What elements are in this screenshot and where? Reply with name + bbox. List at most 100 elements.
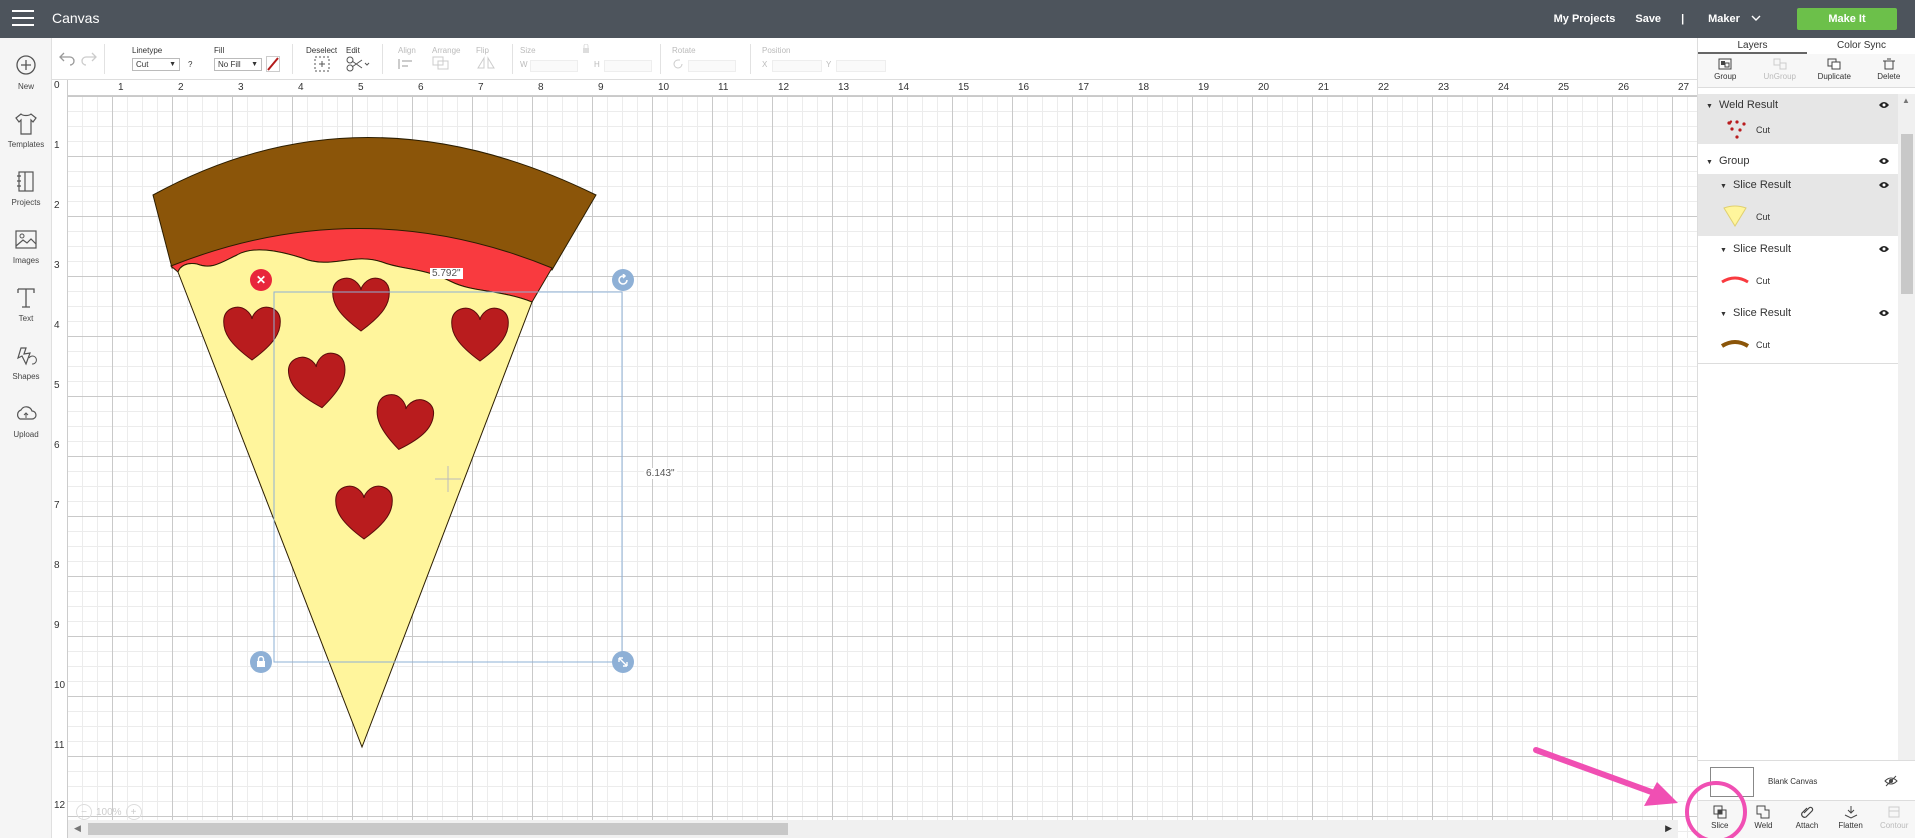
eye-icon[interactable] <box>1878 156 1890 166</box>
pizza-design <box>152 137 623 749</box>
slice-button[interactable]: Slice <box>1698 801 1742 838</box>
eye-icon[interactable] <box>1878 244 1890 254</box>
menu-icon[interactable] <box>12 10 34 28</box>
machine-select[interactable]: Maker <box>1708 13 1761 25</box>
undo-icon[interactable] <box>58 50 76 66</box>
layer-header: ▼ Weld Result <box>1706 94 1778 116</box>
toolbar-divider <box>104 44 105 74</box>
edit-group[interactable]: Edit <box>346 38 376 80</box>
sidebar-item-upload[interactable]: Upload <box>0 402 52 452</box>
redo-icon[interactable] <box>80 50 98 66</box>
group-button[interactable]: Group <box>1698 54 1753 87</box>
design-canvas[interactable]: 0123456789101112131415161718192021222324… <box>52 80 1697 838</box>
scrollbar-thumb[interactable] <box>1901 134 1913 294</box>
position-y-input[interactable] <box>836 60 886 72</box>
expand-icon[interactable]: ▼ <box>1720 183 1727 190</box>
group-icon <box>1718 58 1732 70</box>
layer-title: Slice Result <box>1732 179 1792 191</box>
panel-tabs: Layers Color Sync <box>1698 38 1915 54</box>
sidebar-item-projects[interactable]: Projects <box>0 170 52 220</box>
attach-button[interactable]: Attach <box>1785 801 1829 838</box>
horizontal-scrollbar[interactable]: ◀ ▶ <box>68 820 1678 838</box>
top-bar-actions: My Projects Save | Maker Make It <box>1554 0 1915 38</box>
delete-button[interactable]: Delete <box>1862 54 1915 87</box>
width-input[interactable] <box>530 60 578 72</box>
align-group[interactable]: Align <box>398 38 428 80</box>
rotate-handle[interactable] <box>612 269 634 291</box>
ungroup-button[interactable]: UnGroup <box>1753 54 1808 87</box>
machine-label: Maker <box>1708 13 1740 25</box>
weld-button[interactable]: Weld <box>1742 801 1786 838</box>
layer-slice-result[interactable]: ▼ Slice Result Cut <box>1698 238 1898 300</box>
save-button[interactable]: Save <box>1635 13 1661 25</box>
scissors-icon <box>346 56 370 72</box>
ungroup-icon <box>1773 58 1787 70</box>
flatten-button[interactable]: Flatten <box>1829 801 1873 838</box>
linetype-value: Cut <box>136 60 149 69</box>
expand-icon[interactable]: ▼ <box>1720 247 1727 254</box>
weld-icon <box>1756 805 1770 819</box>
arrange-icon <box>432 56 449 70</box>
deselect-group[interactable]: Deselect <box>306 38 342 80</box>
attach-label: Attach <box>1795 821 1819 830</box>
layer-header: ▼ Slice Result <box>1720 174 1791 196</box>
rotate-input[interactable] <box>688 60 736 72</box>
layer-title: Slice Result <box>1732 307 1792 319</box>
flip-group[interactable]: Flip <box>476 38 506 80</box>
sidebar-item-label: Text <box>18 314 34 323</box>
layer-group[interactable]: ▼ Group <box>1698 150 1898 172</box>
linetype-select[interactable]: Cut ▼ <box>132 58 180 71</box>
color-swatch-icon[interactable] <box>266 56 280 72</box>
scroll-left-icon[interactable]: ◀ <box>74 823 81 834</box>
layer-header: ▼ Group <box>1706 150 1750 172</box>
zoom-in-button[interactable]: + <box>125 804 142 820</box>
delete-handle[interactable]: ✕ <box>250 269 272 291</box>
resize-handle[interactable] <box>612 651 634 673</box>
contour-button[interactable]: Contour <box>1872 801 1915 838</box>
expand-icon[interactable]: ▼ <box>1706 159 1713 166</box>
toolbar-divider <box>382 44 383 74</box>
tab-layers[interactable]: Layers <box>1698 38 1807 54</box>
text-icon <box>17 288 35 308</box>
sidebar-item-text[interactable]: Text <box>0 286 52 336</box>
vertical-scrollbar[interactable]: ▲ ▼ <box>1898 94 1915 794</box>
expand-icon[interactable]: ▼ <box>1720 311 1727 318</box>
page-title: Canvas <box>52 10 100 26</box>
expand-icon[interactable]: ▼ <box>1706 103 1713 110</box>
layers-list: ▼ Weld Result Cut ▼ Group ▼ Slice Result <box>1698 94 1898 794</box>
contour-label: Contour <box>1879 821 1909 830</box>
close-icon: ✕ <box>255 273 267 287</box>
my-projects-link[interactable]: My Projects <box>1554 13 1616 25</box>
tab-color-sync[interactable]: Color Sync <box>1807 38 1915 54</box>
sidebar-item-images[interactable]: Images <box>0 228 52 278</box>
eye-icon[interactable] <box>1878 100 1890 110</box>
arrange-group[interactable]: Arrange <box>432 38 472 80</box>
scrollbar-thumb[interactable] <box>88 823 788 835</box>
layer-slice-result[interactable]: ▼ Slice Result Cut <box>1698 174 1898 236</box>
flip-icon <box>477 56 495 69</box>
sidebar-item-shapes[interactable]: Shapes <box>0 344 52 394</box>
make-it-button[interactable]: Make It <box>1797 8 1897 30</box>
sidebar-item-templates[interactable]: Templates <box>0 112 52 162</box>
cloud-upload-icon <box>17 406 37 420</box>
height-input[interactable] <box>604 60 652 72</box>
position-y-label: Y <box>826 60 832 69</box>
lock-handle[interactable] <box>250 651 272 673</box>
eye-icon[interactable] <box>1878 180 1890 190</box>
canvas-color-swatch[interactable] <box>1710 767 1754 797</box>
duplicate-button[interactable]: Duplicate <box>1807 54 1862 87</box>
layer-weld-result[interactable]: ▼ Weld Result Cut <box>1698 94 1898 144</box>
position-x-input[interactable] <box>772 60 822 72</box>
fill-select[interactable]: No Fill ▼ <box>214 58 262 71</box>
scroll-up-icon[interactable]: ▲ <box>1902 96 1910 105</box>
sidebar-item-new[interactable]: New <box>0 54 52 104</box>
eye-icon[interactable] <box>1878 308 1890 318</box>
help-icon[interactable]: ? <box>188 60 192 69</box>
linetype-group: Linetype Cut ▼ ? <box>132 38 192 80</box>
zoom-out-button[interactable]: − <box>76 804 92 820</box>
layer-slice-result[interactable]: ▼ Slice Result Cut <box>1698 302 1898 364</box>
scroll-right-icon[interactable]: ▶ <box>1665 823 1672 834</box>
eye-hidden-icon[interactable] <box>1884 775 1898 787</box>
sidebar-item-label: New <box>17 82 34 91</box>
lock-icon[interactable] <box>582 44 590 54</box>
